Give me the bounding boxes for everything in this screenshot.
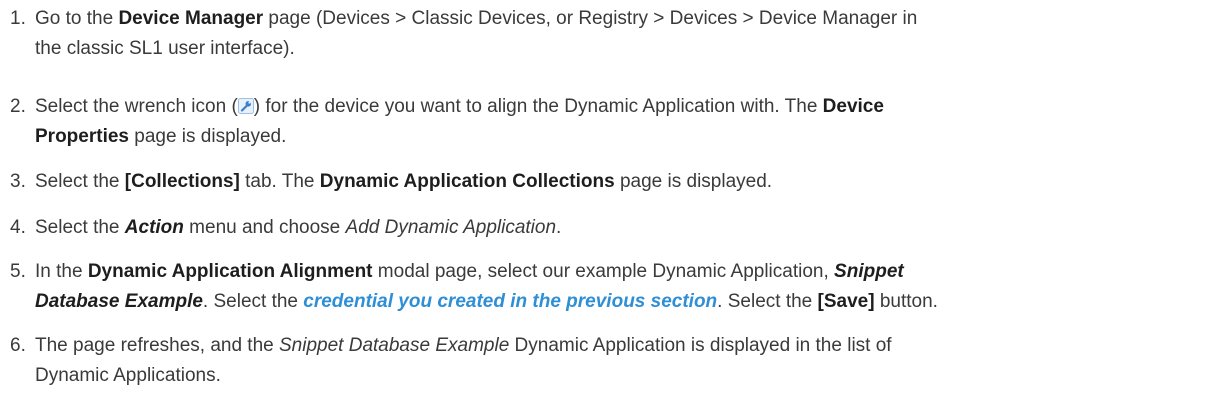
step-line: Select the Action menu and choose Add Dy… xyxy=(35,217,562,238)
device-manager-label: Device Manager xyxy=(118,8,264,29)
step-number: 5. xyxy=(10,261,26,282)
add-dynamic-application-label: Add Dynamic Application xyxy=(345,217,557,238)
step-text: Select the Action menu and choose Add Dy… xyxy=(35,213,1210,243)
step-text: In the Dynamic Application Alignment mod… xyxy=(35,257,1210,317)
step-line: Database Example. Select the credential … xyxy=(35,291,938,312)
snippet-database-example-label: Snippet Database Example xyxy=(279,335,510,356)
snippet-database-example-label: Database Example xyxy=(35,291,203,312)
step-text: Go to the Device Manager page (Devices >… xyxy=(35,4,1210,64)
step-number: 4. xyxy=(10,217,26,238)
step-number: 1. xyxy=(10,8,26,29)
step-line: Select the wrench icon () for the device… xyxy=(35,94,884,117)
step-line: Select the [Collections] tab. The Dynami… xyxy=(35,171,773,192)
step-line: Dynamic Applications. xyxy=(35,365,221,386)
step-line: Properties page is displayed. xyxy=(35,126,287,147)
save-button-label: [Save] xyxy=(817,291,875,312)
action-menu-label: Action xyxy=(124,217,184,238)
step-number: 6. xyxy=(10,335,26,356)
wrench-icon xyxy=(237,94,254,114)
step-text: The page refreshes, and the Snippet Data… xyxy=(35,331,1210,391)
step-line: Go to the Device Manager page (Devices >… xyxy=(35,8,918,29)
device-properties-label: Properties xyxy=(35,126,129,147)
step-number: 2. xyxy=(10,96,26,117)
step-line: The page refreshes, and the Snippet Data… xyxy=(35,335,892,356)
step-number: 3. xyxy=(10,171,26,192)
step-line: the classic SL1 user interface). xyxy=(35,38,295,59)
dynamic-application-collections-label: Dynamic Application Collections xyxy=(319,171,615,192)
credential-section-link[interactable]: credential you created in the previous s… xyxy=(303,291,717,312)
collections-tab-label: [Collections] xyxy=(124,171,240,192)
step-line: In the Dynamic Application Alignment mod… xyxy=(35,261,904,282)
dynamic-application-alignment-label: Dynamic Application Alignment xyxy=(87,261,373,282)
step-text: Select the [Collections] tab. The Dynami… xyxy=(35,167,1210,197)
step-text: Select the wrench icon () for the device… xyxy=(35,92,1210,152)
